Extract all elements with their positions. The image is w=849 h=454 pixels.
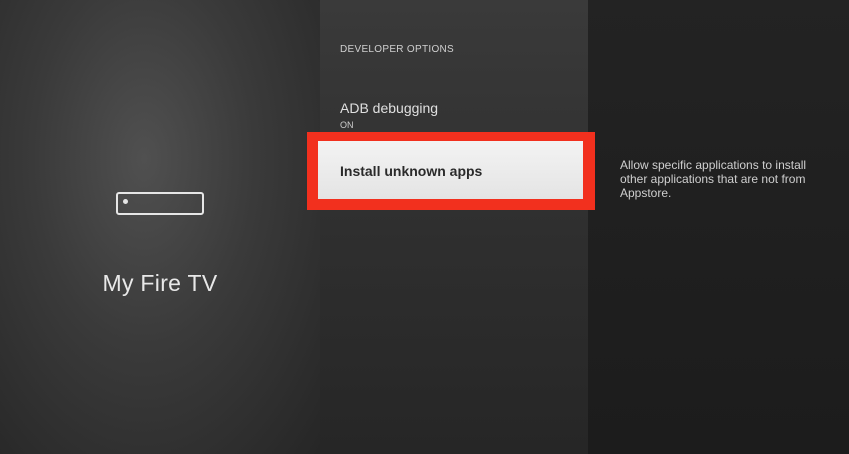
menu-item-value: ON [340, 120, 354, 130]
fire-tv-settings-screen: My Fire TV DEVELOPER OPTIONS ADB debuggi… [0, 0, 849, 454]
menu-item-adb-debugging[interactable]: ADB debugging ON [340, 100, 438, 130]
fire-tv-device-icon [116, 192, 204, 215]
device-panel: My Fire TV [0, 0, 320, 454]
section-header: DEVELOPER OPTIONS [340, 44, 455, 55]
menu-item-install-unknown-apps[interactable]: Install unknown apps [318, 141, 583, 199]
device-name: My Fire TV [102, 270, 218, 296]
developer-options-menu: DEVELOPER OPTIONS ADB debugging ON [320, 0, 588, 454]
description-panel: Allow specific applications to install o… [588, 0, 849, 454]
device-led-indicator [123, 199, 128, 204]
option-description: Allow specific applications to install o… [620, 158, 807, 200]
menu-item-label: Install unknown apps [340, 163, 483, 179]
menu-item-label: ADB debugging [340, 100, 439, 116]
